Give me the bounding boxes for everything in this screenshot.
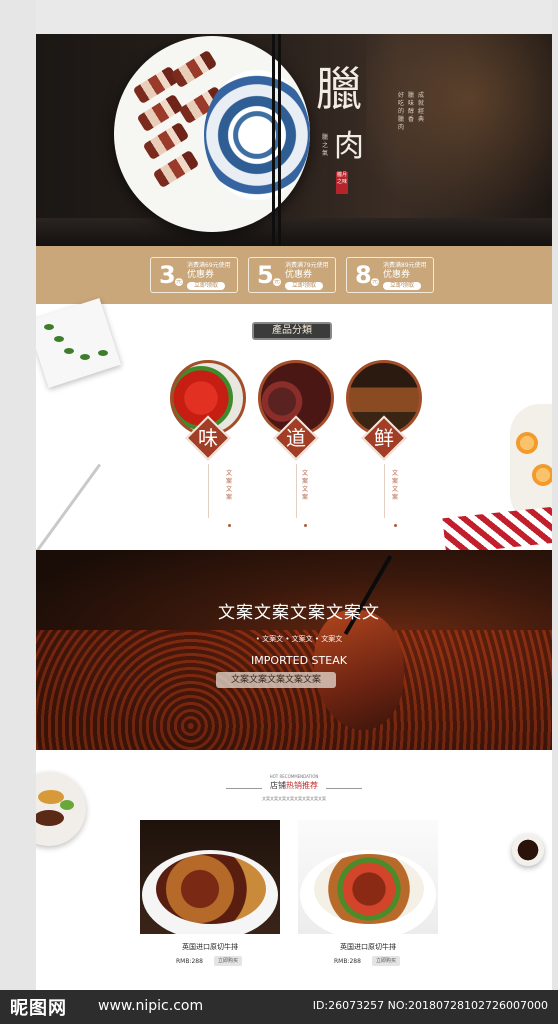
right-margin [552, 0, 558, 1024]
hero-banner: 臘 肉 臘之氣 好吃的臘肉 臘味醇香 成就經典 臘月之味 [36, 34, 552, 246]
coupon-name: 优惠券 [187, 270, 215, 280]
page: 臘 肉 臘之氣 好吃的臘肉 臘味醇香 成就經典 臘月之味 3 元 消费满69元使… [0, 0, 558, 1024]
coupon-amount: 3 [159, 261, 176, 289]
product-card[interactable]: 英国进口原切牛排 RMB:288 立即购买 [140, 820, 280, 970]
hero-glow [366, 34, 552, 246]
coupon-amount: 5 [257, 261, 274, 289]
product-image[interactable] [140, 820, 280, 934]
category-char[interactable]: 鲜 [368, 424, 400, 452]
coupon-card[interactable]: 5 元 消费满79元使用 优惠券 立即领取 [248, 257, 336, 293]
red-seal-stamp: 臘月之味 [336, 172, 348, 194]
recommend-title: 店铺热销推荐 [254, 780, 334, 791]
hero-table [36, 218, 552, 246]
coupon-card[interactable]: 3 元 消费满69元使用 优惠券 立即领取 [150, 257, 238, 293]
leaf-icon [80, 354, 90, 360]
product-name[interactable]: 英国进口原切牛排 [298, 942, 438, 952]
watermark-logo: 昵图网 [10, 998, 67, 1019]
hero-desc-col: 好吃的臘肉 [398, 92, 405, 131]
chopsticks-image [272, 34, 282, 246]
category-divider [208, 464, 209, 518]
steak-banner[interactable]: 文案文案文案文案文 • 文案文 • 文案文 • 文案文 IMPORTED STE… [36, 550, 552, 750]
coupon-name: 优惠券 [285, 270, 313, 280]
category-dot [304, 524, 307, 527]
hero-desc-col: 臘味醇香 [408, 92, 415, 123]
leaf-icon [54, 336, 64, 342]
product-name[interactable]: 英国进口原切牛排 [140, 942, 280, 952]
watermark-bar: 昵图网 www.nipic.com ID:26073257 NO:2018072… [0, 990, 558, 1024]
category-dot [394, 524, 397, 527]
category-caption: 文案文案 [302, 470, 309, 501]
watermark-url: www.nipic.com [98, 998, 204, 1014]
store-page: 臘 肉 臘之氣 好吃的臘肉 臘味醇香 成就經典 臘月之味 3 元 消费满69元使… [36, 34, 552, 990]
leaf-icon [64, 348, 74, 354]
category-caption: 文案文案 [392, 470, 399, 501]
orange-slice [516, 432, 538, 454]
buy-button[interactable]: 立即购买 [214, 956, 242, 966]
coupon-currency: 元 [273, 278, 281, 286]
left-margin [0, 0, 36, 1024]
coupon-get-button[interactable]: 立即领取 [285, 282, 323, 290]
recommend-en-label: HOT RECOMMENDATION [269, 774, 319, 779]
category-char[interactable]: 道 [280, 424, 312, 452]
coupon-amount: 8 [355, 261, 372, 289]
watermark-id: ID:26073257 NO:20180728102726007000 [312, 999, 548, 1012]
category-divider [384, 464, 385, 518]
buy-button[interactable]: 立即购买 [372, 956, 400, 966]
coffee-cup-decoration [512, 834, 544, 866]
checkered-cloth-decoration [442, 505, 552, 555]
recommend-cn-label: 文案文案文案文案文案文案文案文案 [262, 796, 326, 801]
category-caption: 文案文案 [226, 470, 233, 501]
hero-title: 臘 [316, 62, 362, 116]
product-card[interactable]: 英国进口原切牛排 RMB:288 立即购买 [298, 820, 438, 970]
recommend-title-highlight: 热销推荐 [286, 781, 318, 790]
coupon-condition: 消费满69元使用 [187, 262, 231, 269]
leaf-card-decoration [36, 297, 121, 389]
category-divider [296, 464, 297, 518]
banner-subtitle: • 文案文 • 文案文 • 文案文 [255, 635, 343, 643]
orange-slice [532, 464, 552, 486]
coupon-get-button[interactable]: 立即领取 [383, 282, 421, 290]
hero-side-text: 臘之氣 [322, 134, 329, 157]
coupon-condition: 消费满89元使用 [383, 262, 427, 269]
fork-decoration [36, 463, 102, 555]
banner-english: IMPORTED STEAK [251, 654, 347, 667]
chili-oil-background [36, 630, 552, 750]
banner-title: 文案文案文案文案文 [218, 603, 380, 623]
coupon-card[interactable]: 8 元 消费满89元使用 优惠券 立即领取 [346, 257, 434, 293]
product-price: RMB:288 [334, 958, 361, 965]
hero-title-2: 肉 [334, 129, 364, 164]
coupon-currency: 元 [371, 278, 379, 286]
coupon-band: 3 元 消费满69元使用 优惠券 立即领取 5 元 消费满79元使用 优惠券 立… [36, 246, 552, 304]
food-plate-decoration [36, 772, 86, 846]
recommend-title-prefix: 店铺 [270, 781, 286, 790]
category-header: 產品分類 [252, 322, 332, 340]
meat-slice [170, 49, 218, 89]
leaf-icon [98, 350, 108, 356]
leaf-icon [44, 324, 54, 330]
blue-pattern-plate [204, 70, 310, 200]
coupon-name: 优惠券 [383, 270, 411, 280]
category-char[interactable]: 味 [192, 424, 224, 452]
product-image[interactable] [298, 820, 438, 934]
coupon-currency: 元 [175, 278, 183, 286]
product-price: RMB:288 [176, 958, 203, 965]
coupon-condition: 消费满79元使用 [285, 262, 329, 269]
hero-desc-col: 成就經典 [418, 92, 425, 123]
coupon-get-button[interactable]: 立即领取 [187, 282, 225, 290]
category-dot [228, 524, 231, 527]
banner-pill[interactable]: 文案文案文案文案文案 [216, 672, 336, 688]
